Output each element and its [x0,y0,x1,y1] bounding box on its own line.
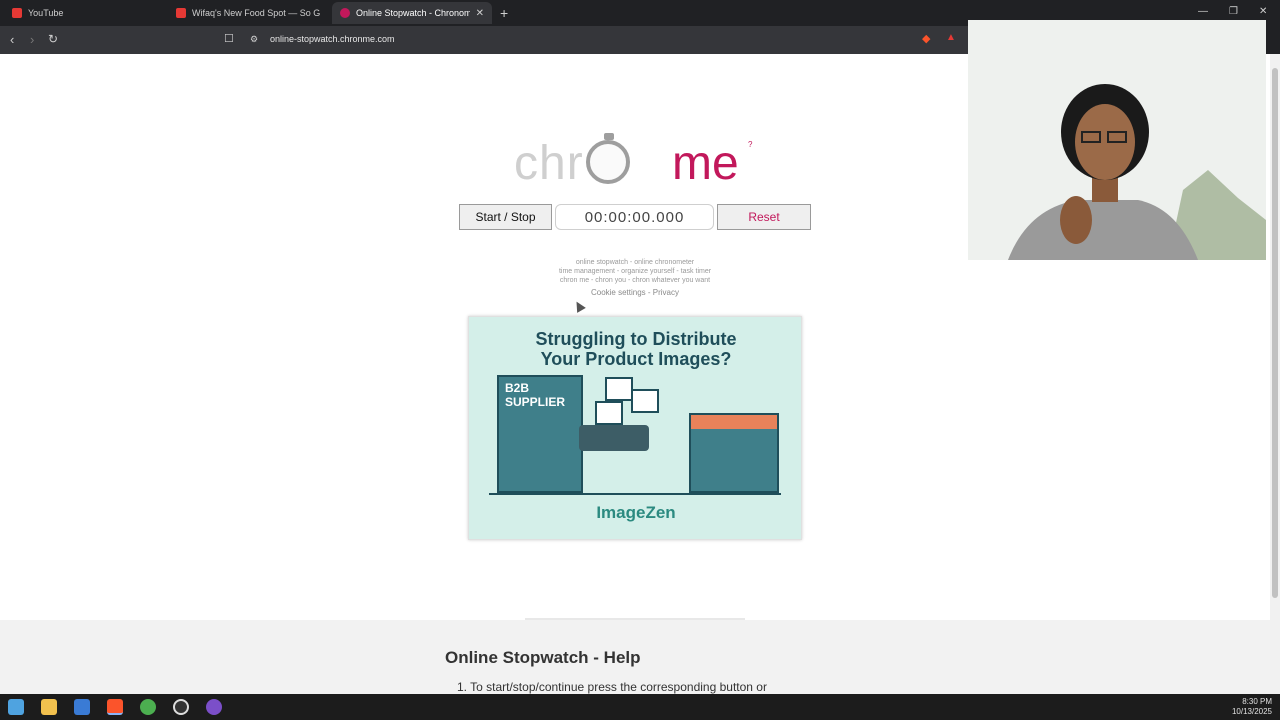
reset-button[interactable]: Reset [717,204,811,230]
minimize-icon[interactable]: — [1198,6,1208,17]
ad-headline: Struggling to Distribute Your Product Im… [469,329,803,369]
start-stop-button[interactable]: Start / Stop [459,204,552,230]
brave-browser-icon[interactable] [107,699,123,715]
page-scrollbar[interactable] [1270,54,1280,694]
tagline-line-1: online stopwatch - online chronometer [575,259,695,266]
windows-taskbar: 8:30 PM 10/13/2025 [0,694,1280,720]
link-separator: - [645,288,653,297]
tab-title: Online Stopwatch - Chronometer [356,8,470,18]
tab-title: YouTube [28,8,64,18]
supplier-building-illustration: B2B SUPPLIER [497,375,583,493]
image-icon [595,401,623,425]
file-explorer-icon[interactable] [41,699,57,715]
tab-youtube[interactable]: YouTube [4,2,164,24]
url-field[interactable]: online-stopwatch.chronme.com [270,34,395,44]
advertisement-banner[interactable]: Struggling to Distribute Your Product Im… [468,316,802,540]
bookmark-icon[interactable]: ☐ [224,32,234,45]
reload-icon[interactable]: ↻ [48,32,58,46]
app-icon[interactable] [206,699,222,715]
brave-shield-icon[interactable]: ◆ [922,32,930,45]
tab-title: Wifaq's New Food Spot — So Good! [192,8,320,18]
stopwatch-icon [340,8,350,18]
footer-links: Cookie settings - Privacy [0,288,1270,297]
back-icon[interactable]: ‹ [10,32,14,47]
pipe-illustration [579,425,649,451]
restore-icon[interactable]: ❐ [1229,6,1238,17]
tagline-line-2: time management - organize yourself - ta… [558,268,712,275]
mouse-cursor [572,299,586,313]
youtube-icon [12,8,22,18]
help-section: Online Stopwatch - Help 1. To start/stop… [0,620,1270,694]
clock-time: 8:30 PM [1242,697,1272,706]
site-info-icon[interactable]: ⚙ [250,34,258,45]
ad-headline-line-2: Your Product Images? [540,349,732,369]
clock-date: 10/13/2025 [1231,707,1272,716]
image-icon [605,377,633,401]
building-label-2: SUPPLIER [505,395,566,409]
image-icon [631,389,659,413]
tab-stopwatch[interactable]: Online Stopwatch - Chronometer ✕ [332,2,492,24]
close-window-icon[interactable]: ✕ [1259,6,1267,17]
obs-icon[interactable] [173,699,189,715]
shop-illustration [689,413,779,493]
help-title: Online Stopwatch - Help [445,648,641,667]
browser-toolbar: ‹ › ↻ ☐ ⚙ online-stopwatch.chronme.com ◆… [0,26,968,54]
timer-display: 00:00:00.000 [555,204,714,230]
youtube-icon [176,8,186,18]
forward-icon[interactable]: › [30,32,34,47]
ground-line [489,493,781,495]
help-item-1: 1. To start/stop/continue press the corr… [457,680,767,694]
chrome-icon[interactable] [140,699,156,715]
tagline-line-3: chron me - chron you - chron whatever yo… [559,277,711,284]
scrollbar-thumb[interactable] [1272,68,1278,598]
cookie-settings-link[interactable]: Cookie settings [591,288,646,297]
stopwatch-icon [586,133,630,184]
webcam-overlay [968,20,1266,260]
app-icon[interactable] [74,699,90,715]
ad-brand: ImageZen [596,503,676,522]
start-menu-icon[interactable] [8,699,24,715]
close-tab-icon[interactable]: ✕ [476,8,484,19]
brave-rewards-icon[interactable]: ▲ [946,32,956,43]
help-mark[interactable]: ? [748,140,752,149]
logo-text-left: chr [514,137,584,190]
logo-text-right: me [672,137,739,190]
building-label-1: B2B [505,381,530,395]
person-video-feed [968,20,1266,260]
system-clock[interactable]: 8:30 PM 10/13/2025 [1232,697,1272,717]
tab-food-spot[interactable]: Wifaq's New Food Spot — So Good! [168,2,328,24]
ad-headline-line-1: Struggling to Distribute [535,329,737,349]
chronme-logo: chr me ? [512,130,772,200]
privacy-link[interactable]: Privacy [653,288,679,297]
new-tab-button[interactable]: + [500,5,508,21]
